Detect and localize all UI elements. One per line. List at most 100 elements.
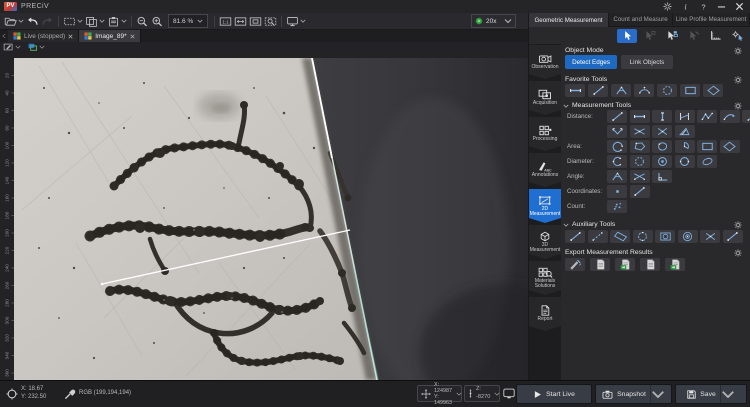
dropdown-arrow[interactable] bbox=[720, 385, 735, 403]
tool-line-h-button[interactable] bbox=[630, 110, 650, 123]
detect-edges-button[interactable]: Detect Edges bbox=[565, 55, 617, 69]
tool-diamond-button[interactable] bbox=[720, 140, 740, 153]
display-mode-button[interactable] bbox=[286, 14, 306, 28]
sidebar-item-report[interactable]: Report bbox=[529, 297, 561, 331]
tool-point-button[interactable] bbox=[607, 185, 627, 198]
zoom-in-button[interactable] bbox=[151, 14, 164, 28]
actual-size-button[interactable]: 1:1 bbox=[219, 14, 232, 28]
help-icon[interactable]: ? bbox=[699, 2, 708, 11]
undo-button[interactable] bbox=[26, 14, 39, 28]
tool-diamond-button[interactable] bbox=[703, 84, 723, 97]
open-image-button[interactable] bbox=[4, 14, 24, 28]
close-icon[interactable] bbox=[735, 2, 744, 11]
stage-navigator-icon[interactable] bbox=[503, 388, 515, 399]
tab-scroll-left-icon[interactable] bbox=[0, 30, 8, 42]
tool-circle-dash-button[interactable] bbox=[657, 84, 677, 97]
sidebar-item-processing[interactable]: Processing bbox=[529, 117, 561, 151]
fit-selection-button[interactable] bbox=[249, 14, 262, 28]
objective-selector[interactable]: 20x bbox=[471, 14, 516, 28]
tool-angle-3pt-button[interactable] bbox=[607, 170, 627, 183]
tool-line-diag-button[interactable] bbox=[630, 185, 650, 198]
tool-line-diag-button[interactable] bbox=[565, 230, 585, 243]
settings-gear-icon[interactable] bbox=[663, 2, 672, 11]
tool-pencil-export-button[interactable] bbox=[565, 258, 585, 271]
measure-guide-button[interactable] bbox=[705, 29, 725, 43]
section-settings-gear-icon[interactable] bbox=[734, 221, 742, 229]
tool-rect-rot-button[interactable] bbox=[610, 230, 630, 243]
tool-line-h-button[interactable] bbox=[565, 84, 585, 97]
tool-spline-area-button[interactable] bbox=[652, 140, 672, 153]
tool-caliper-button[interactable] bbox=[675, 110, 695, 123]
tool-poly-area-button[interactable] bbox=[630, 140, 650, 153]
tab-live[interactable]: Live (stopped) bbox=[8, 30, 79, 42]
tab-image-89[interactable]: Image_89* bbox=[79, 30, 140, 42]
tab-count-and-measure[interactable]: Count and Measure bbox=[609, 13, 673, 27]
zoom-out-button[interactable] bbox=[136, 14, 149, 28]
save-button[interactable]: Save bbox=[675, 384, 747, 404]
layers-display-button[interactable] bbox=[27, 43, 45, 51]
sidebar-item-3d-measurement[interactable]: 3D Measurement bbox=[529, 225, 561, 259]
tool-line-diag-button[interactable] bbox=[723, 230, 743, 243]
tool-circle-2pt-button[interactable] bbox=[675, 155, 695, 168]
tool-count-button[interactable] bbox=[607, 200, 627, 213]
stage-z-control[interactable]: Z: -8270 bbox=[464, 385, 500, 402]
pointer-settings-button[interactable] bbox=[727, 29, 747, 43]
tool-ellipse-button[interactable] bbox=[697, 155, 717, 168]
add-object-button[interactable] bbox=[639, 29, 659, 43]
tool-line-dash-button[interactable] bbox=[742, 110, 750, 123]
sidebar-item-acquisition[interactable]: Acquisition bbox=[529, 81, 561, 115]
tool-line-diag-button[interactable] bbox=[607, 110, 627, 123]
tool-circle-dash-button[interactable] bbox=[630, 155, 650, 168]
tool-arc-area-button[interactable] bbox=[607, 140, 627, 153]
zoom-level-select[interactable]: 81.6 % bbox=[168, 14, 208, 28]
tool-angle-x-button[interactable] bbox=[630, 125, 650, 138]
redo-button[interactable] bbox=[41, 14, 54, 28]
tool-rect-button[interactable] bbox=[680, 84, 700, 97]
close-tab-icon[interactable] bbox=[68, 34, 73, 39]
section-settings-gear-icon[interactable] bbox=[734, 102, 742, 110]
tool-circle-3pt-button[interactable] bbox=[607, 155, 627, 168]
tool-line-v-button[interactable] bbox=[652, 110, 672, 123]
image-canvas[interactable] bbox=[14, 58, 528, 380]
tool-cross-button[interactable] bbox=[652, 125, 672, 138]
tool-cross-button[interactable] bbox=[700, 230, 720, 243]
selection-tool-button[interactable] bbox=[63, 14, 83, 28]
delete-object-button[interactable] bbox=[683, 29, 703, 43]
tool-doc-button[interactable] bbox=[590, 258, 610, 271]
tool-square-circle-button[interactable] bbox=[655, 230, 675, 243]
tool-curve-button[interactable] bbox=[720, 110, 740, 123]
snapshot-button[interactable]: Snapshot bbox=[595, 384, 672, 404]
tool-tri-hatch-button[interactable] bbox=[675, 125, 695, 138]
tool-perp-button[interactable] bbox=[652, 170, 672, 183]
annotation-display-button[interactable] bbox=[3, 43, 21, 51]
fit-to-window-button[interactable] bbox=[234, 14, 247, 28]
dropdown-arrow[interactable] bbox=[650, 385, 665, 403]
edit-objects-button[interactable] bbox=[661, 29, 681, 43]
tool-polyline-button[interactable] bbox=[697, 110, 717, 123]
tool-angle-3pt-button[interactable] bbox=[611, 84, 631, 97]
tool-target-button[interactable] bbox=[678, 230, 698, 243]
section-settings-gear-icon[interactable] bbox=[734, 249, 742, 257]
tool-circle-poly-button[interactable] bbox=[633, 230, 653, 243]
tool-doc-green-button[interactable] bbox=[665, 258, 685, 271]
tool-pie-area-button[interactable] bbox=[675, 140, 695, 153]
close-tab-icon[interactable] bbox=[130, 34, 135, 39]
collapse-chevron-icon[interactable] bbox=[563, 104, 569, 108]
sidebar-item-annotations[interactable]: ABCAnnotations bbox=[529, 153, 561, 187]
tab-line-profile-measurement[interactable]: Line Profile Measurement bbox=[673, 13, 750, 27]
sidebar-item-materials-solutions[interactable]: Materials Solutions bbox=[529, 261, 561, 295]
select-tool-button[interactable] bbox=[617, 29, 637, 43]
copy-button[interactable] bbox=[85, 14, 105, 28]
tool-line-dash-button[interactable] bbox=[588, 230, 608, 243]
paste-button[interactable] bbox=[107, 14, 127, 28]
tool-line-diag-button[interactable] bbox=[588, 84, 608, 97]
section-settings-gear-icon[interactable] bbox=[734, 47, 742, 55]
sidebar-item-2d-measurement[interactable]: 2D Measurement bbox=[529, 189, 561, 223]
info-icon[interactable]: i bbox=[681, 2, 690, 11]
link-objects-button[interactable]: Link Objects bbox=[621, 55, 673, 69]
sidebar-item-observation[interactable]: Observation bbox=[529, 45, 561, 79]
tool-circle-dot-button[interactable] bbox=[652, 155, 672, 168]
tool-rect-button[interactable] bbox=[697, 140, 717, 153]
section-settings-gear-icon[interactable] bbox=[734, 76, 742, 84]
tool-angle-4pt-button[interactable] bbox=[630, 170, 650, 183]
